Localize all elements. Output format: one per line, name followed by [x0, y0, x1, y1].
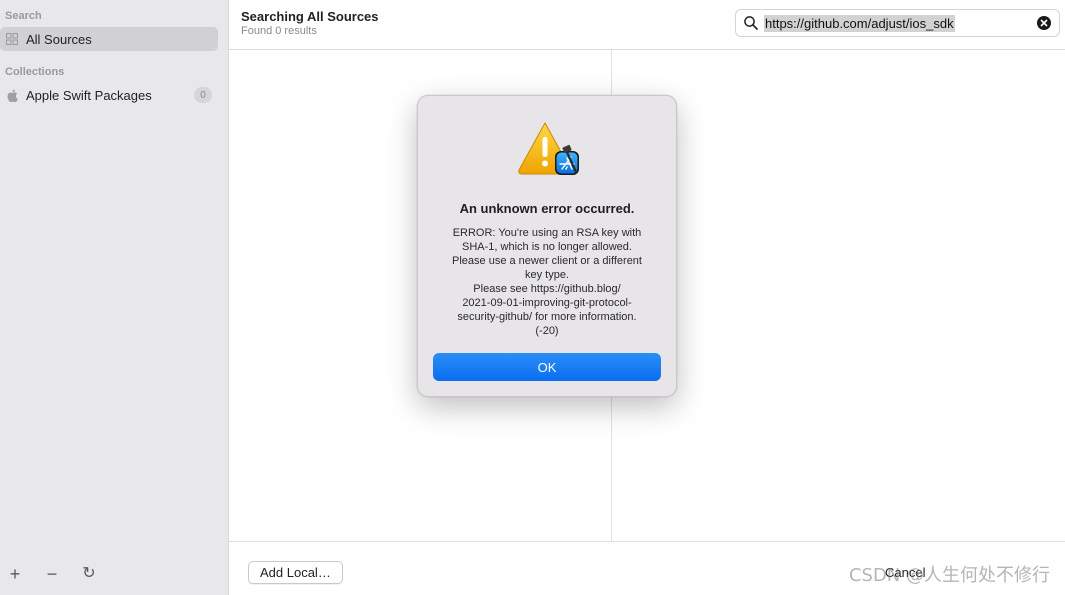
dialog-message: ERROR: You're using an RSA key with SHA-…: [438, 226, 656, 338]
clear-search-icon[interactable]: [1037, 16, 1051, 30]
search-field[interactable]: https://github.com/adjust/ios_sdk: [735, 9, 1060, 37]
dialog-message-line: ERROR: You're using an RSA key with: [452, 227, 642, 239]
search-input-value: https://github.com/adjust/ios_sdk: [764, 14, 955, 32]
page-title: Searching All Sources: [241, 9, 379, 24]
dialog-message-line: key type.: [524, 269, 570, 281]
add-local-button[interactable]: Add Local…: [248, 561, 343, 584]
warning-xcode-icon: [518, 122, 579, 175]
results-count: Found 0 results: [241, 25, 317, 37]
dialog-message-line: (-20): [535, 325, 559, 337]
header: Searching All Sources Found 0 results ht…: [229, 0, 1065, 50]
error-dialog: An unknown error occurred. ERROR: You're…: [417, 95, 677, 397]
sidebar-toolbar: + − ↻: [0, 563, 229, 585]
watermark: CSDN @人生何处不修行: [848, 565, 1050, 586]
search-icon: [744, 16, 758, 30]
sidebar-item-all-sources[interactable]: All Sources: [0, 27, 218, 51]
dialog-message-line: Please use a newer client or a different: [452, 255, 642, 267]
count-badge: 0: [194, 87, 212, 103]
grid-icon: [5, 32, 19, 46]
apple-logo-icon: [5, 88, 19, 102]
ok-button[interactable]: OK: [433, 353, 661, 381]
add-collection-button[interactable]: +: [4, 563, 26, 585]
dialog-message-line: Please see https://github.blog/: [473, 283, 621, 295]
sidebar-item-label: Apple Swift Packages: [26, 87, 152, 103]
dialog-message-line: SHA-1, which is no longer allowed.: [462, 241, 632, 253]
refresh-button[interactable]: ↻: [78, 563, 100, 585]
sidebar-item-apple-swift-packages[interactable]: Apple Swift Packages 0: [0, 83, 218, 107]
dialog-message-line: security-github/ for more information.: [457, 311, 637, 323]
remove-collection-button[interactable]: −: [41, 563, 63, 585]
search-input[interactable]: https://github.com/adjust/ios_sdk: [764, 13, 1037, 33]
sidebar-item-label: All Sources: [26, 31, 92, 47]
dialog-message-line: 2021-09-01-improving-git-protocol-: [462, 297, 632, 309]
dialog-title: An unknown error occurred.: [459, 201, 635, 216]
collections-section-label: Collections: [5, 66, 65, 78]
search-section-label: Search: [5, 10, 42, 22]
sidebar: Search All Sources Collections Apple Swi…: [0, 0, 229, 595]
